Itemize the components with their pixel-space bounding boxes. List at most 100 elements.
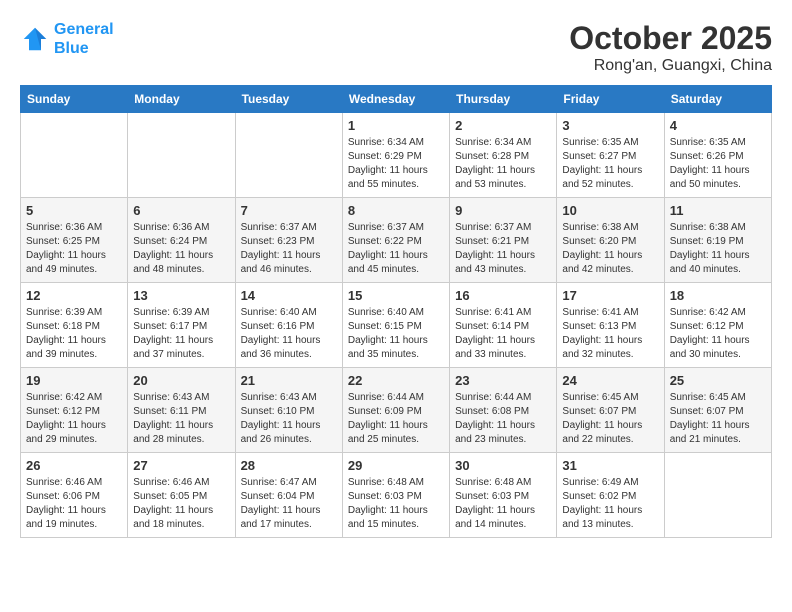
calendar-cell: 9 Sunrise: 6:37 AMSunset: 6:21 PMDaylight… xyxy=(450,198,557,283)
calendar-cell: 25Sunrise: 6:45 AMSunset: 6:07 PMDayligh… xyxy=(664,368,771,453)
day-info: Sunrise: 6:38 AMSunset: 6:19 PMDaylight:… xyxy=(670,221,766,277)
calendar-week-0: 1 Sunrise: 6:34 AMSunset: 6:29 PMDaylight… xyxy=(21,113,772,198)
calendar-cell: 29 Sunrise: 6:48 AMSunset: 6:03 PMDayligh… xyxy=(342,453,449,538)
calendar-cell: 23 Sunrise: 6:44 AMSunset: 6:08 PMDayligh… xyxy=(450,368,557,453)
weekday-monday: Monday xyxy=(128,86,235,113)
day-info: Sunrise: 6:40 AMSunset: 6:15 PMDaylight:… xyxy=(348,306,444,362)
calendar-cell: 6Sunrise: 6:36 AMSunset: 6:24 PMDaylight… xyxy=(128,198,235,283)
weekday-tuesday: Tuesday xyxy=(235,86,342,113)
day-number: 11 xyxy=(670,203,766,218)
calendar-cell: 4 Sunrise: 6:35 AMSunset: 6:26 PMDaylight… xyxy=(664,113,771,198)
calendar-cell: 15 Sunrise: 6:40 AMSunset: 6:15 PMDayligh… xyxy=(342,283,449,368)
calendar-cell: 18 Sunrise: 6:42 AMSunset: 6:12 PMDayligh… xyxy=(664,283,771,368)
weekday-sunday: Sunday xyxy=(21,86,128,113)
day-info: Sunrise: 6:37 AMSunset: 6:21 PMDaylight:… xyxy=(455,221,551,277)
day-number: 21 xyxy=(241,373,337,388)
day-info: Sunrise: 6:45 AMSunset: 6:07 PMDaylight:… xyxy=(670,391,766,447)
calendar-cell: 3 Sunrise: 6:35 AMSunset: 6:27 PMDaylight… xyxy=(557,113,664,198)
calendar-cell xyxy=(21,113,128,198)
calendar-cell: 21 Sunrise: 6:43 AMSunset: 6:10 PMDayligh… xyxy=(235,368,342,453)
day-info: Sunrise: 6:36 AMSunset: 6:25 PMDaylight:… xyxy=(26,221,122,277)
day-info: Sunrise: 6:34 AMSunset: 6:29 PMDaylight:… xyxy=(348,136,444,192)
day-info: Sunrise: 6:49 AMSunset: 6:02 PMDaylight:… xyxy=(562,476,658,532)
calendar-cell: 26 Sunrise: 6:46 AMSunset: 6:06 PMDayligh… xyxy=(21,453,128,538)
weekday-row: Sunday Monday Tuesday Wednesday Thursday… xyxy=(21,86,772,113)
weekday-thursday: Thursday xyxy=(450,86,557,113)
day-number: 17 xyxy=(562,288,658,303)
calendar-cell: 5 Sunrise: 6:36 AMSunset: 6:25 PMDaylight… xyxy=(21,198,128,283)
day-info: Sunrise: 6:37 AMSunset: 6:23 PMDaylight:… xyxy=(241,221,337,277)
day-info: Sunrise: 6:37 AMSunset: 6:22 PMDaylight:… xyxy=(348,221,444,277)
day-info: Sunrise: 6:44 AMSunset: 6:08 PMDaylight:… xyxy=(455,391,551,447)
day-number: 29 xyxy=(348,458,444,473)
calendar-cell: 31 Sunrise: 6:49 AMSunset: 6:02 PMDayligh… xyxy=(557,453,664,538)
logo: General Blue xyxy=(20,20,114,58)
calendar-cell: 20 Sunrise: 6:43 AMSunset: 6:11 PMDayligh… xyxy=(128,368,235,453)
day-info: Sunrise: 6:39 AMSunset: 6:18 PMDaylight:… xyxy=(26,306,122,362)
calendar-cell xyxy=(235,113,342,198)
day-number: 30 xyxy=(455,458,551,473)
day-number: 18 xyxy=(670,288,766,303)
calendar-week-1: 5 Sunrise: 6:36 AMSunset: 6:25 PMDaylight… xyxy=(21,198,772,283)
calendar-cell: 17 Sunrise: 6:41 AMSunset: 6:13 PMDayligh… xyxy=(557,283,664,368)
day-info: Sunrise: 6:39 AMSunset: 6:17 PMDaylight:… xyxy=(133,306,229,362)
day-info: Sunrise: 6:46 AMSunset: 6:06 PMDaylight:… xyxy=(26,476,122,532)
calendar-cell: 30Sunrise: 6:48 AMSunset: 6:03 PMDayligh… xyxy=(450,453,557,538)
calendar-cell: 12 Sunrise: 6:39 AMSunset: 6:18 PMDayligh… xyxy=(21,283,128,368)
day-number: 13 xyxy=(133,288,229,303)
day-info: Sunrise: 6:42 AMSunset: 6:12 PMDaylight:… xyxy=(670,306,766,362)
day-info: Sunrise: 6:46 AMSunset: 6:05 PMDaylight:… xyxy=(133,476,229,532)
calendar-cell: 24Sunrise: 6:45 AMSunset: 6:07 PMDayligh… xyxy=(557,368,664,453)
day-info: Sunrise: 6:42 AMSunset: 6:12 PMDaylight:… xyxy=(26,391,122,447)
page-header: General Blue October 2025 Rong'an, Guang… xyxy=(20,20,772,75)
day-number: 23 xyxy=(455,373,551,388)
day-number: 1 xyxy=(348,118,444,133)
calendar-cell: 13 Sunrise: 6:39 AMSunset: 6:17 PMDayligh… xyxy=(128,283,235,368)
day-number: 20 xyxy=(133,373,229,388)
weekday-wednesday: Wednesday xyxy=(342,86,449,113)
calendar-table: Sunday Monday Tuesday Wednesday Thursday… xyxy=(20,85,772,538)
weekday-saturday: Saturday xyxy=(664,86,771,113)
calendar-cell: 11 Sunrise: 6:38 AMSunset: 6:19 PMDayligh… xyxy=(664,198,771,283)
day-number: 31 xyxy=(562,458,658,473)
day-number: 16 xyxy=(455,288,551,303)
calendar-cell xyxy=(664,453,771,538)
day-info: Sunrise: 6:38 AMSunset: 6:20 PMDaylight:… xyxy=(562,221,658,277)
calendar-cell: 7Sunrise: 6:37 AMSunset: 6:23 PMDaylight… xyxy=(235,198,342,283)
day-info: Sunrise: 6:40 AMSunset: 6:16 PMDaylight:… xyxy=(241,306,337,362)
logo-line1: General xyxy=(54,21,114,38)
calendar-cell xyxy=(128,113,235,198)
day-info: Sunrise: 6:35 AMSunset: 6:26 PMDaylight:… xyxy=(670,136,766,192)
day-number: 9 xyxy=(455,203,551,218)
day-number: 19 xyxy=(26,373,122,388)
calendar-cell: 28Sunrise: 6:47 AMSunset: 6:04 PMDayligh… xyxy=(235,453,342,538)
day-number: 22 xyxy=(348,373,444,388)
calendar-cell: 14 Sunrise: 6:40 AMSunset: 6:16 PMDayligh… xyxy=(235,283,342,368)
day-info: Sunrise: 6:48 AMSunset: 6:03 PMDaylight:… xyxy=(348,476,444,532)
day-info: Sunrise: 6:43 AMSunset: 6:11 PMDaylight:… xyxy=(133,391,229,447)
calendar-week-3: 19 Sunrise: 6:42 AMSunset: 6:12 PMDayligh… xyxy=(21,368,772,453)
logo-line2: Blue xyxy=(54,40,89,57)
calendar-header: Sunday Monday Tuesday Wednesday Thursday… xyxy=(21,86,772,113)
day-info: Sunrise: 6:41 AMSunset: 6:13 PMDaylight:… xyxy=(562,306,658,362)
day-info: Sunrise: 6:47 AMSunset: 6:04 PMDaylight:… xyxy=(241,476,337,532)
title-block: October 2025 Rong'an, Guangxi, China xyxy=(569,20,772,75)
weekday-friday: Friday xyxy=(557,86,664,113)
day-number: 26 xyxy=(26,458,122,473)
day-number: 3 xyxy=(562,118,658,133)
day-info: Sunrise: 6:35 AMSunset: 6:27 PMDaylight:… xyxy=(562,136,658,192)
day-number: 5 xyxy=(26,203,122,218)
calendar-week-4: 26 Sunrise: 6:46 AMSunset: 6:06 PMDayligh… xyxy=(21,453,772,538)
day-info: Sunrise: 6:43 AMSunset: 6:10 PMDaylight:… xyxy=(241,391,337,447)
day-number: 15 xyxy=(348,288,444,303)
calendar-body: 1 Sunrise: 6:34 AMSunset: 6:29 PMDaylight… xyxy=(21,113,772,538)
day-info: Sunrise: 6:36 AMSunset: 6:24 PMDaylight:… xyxy=(133,221,229,277)
day-number: 12 xyxy=(26,288,122,303)
day-number: 27 xyxy=(133,458,229,473)
day-number: 2 xyxy=(455,118,551,133)
calendar-cell: 10Sunrise: 6:38 AMSunset: 6:20 PMDayligh… xyxy=(557,198,664,283)
day-number: 4 xyxy=(670,118,766,133)
calendar-cell: 27 Sunrise: 6:46 AMSunset: 6:05 PMDayligh… xyxy=(128,453,235,538)
day-number: 14 xyxy=(241,288,337,303)
calendar-cell: 19 Sunrise: 6:42 AMSunset: 6:12 PMDayligh… xyxy=(21,368,128,453)
